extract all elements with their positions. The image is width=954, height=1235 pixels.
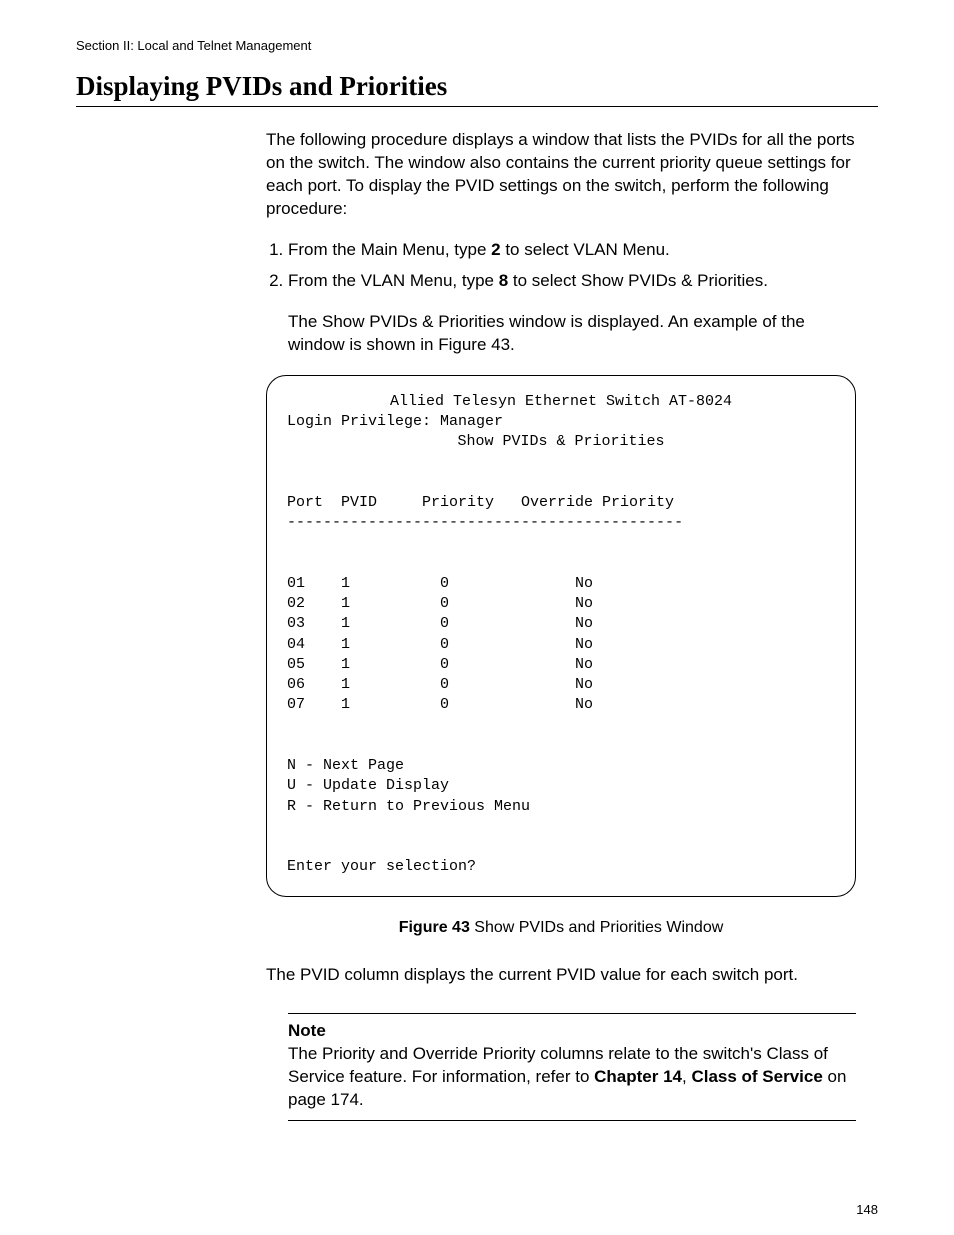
content-column: The following procedure displays a windo… [266, 129, 856, 1121]
step-1: From the Main Menu, type 2 to select VLA… [288, 239, 856, 262]
terminal-option-r: R - Return to Previous Menu [287, 797, 835, 817]
terminal-separator: ----------------------------------------… [287, 513, 835, 533]
step-1-post: to select VLAN Menu. [501, 240, 670, 259]
terminal-login-line: Login Privilege: Manager [287, 412, 835, 432]
figure-caption: Figure 43 Show PVIDs and Priorities Wind… [266, 917, 856, 939]
note-topic-ref: Class of Service [691, 1067, 822, 1086]
terminal-header-row: Port PVID Priority Override Priority [287, 493, 835, 513]
post-figure-paragraph: The PVID column displays the current PVI… [266, 964, 856, 987]
page-number: 148 [856, 1202, 878, 1217]
note-block: Note The Priority and Override Priority … [288, 1013, 856, 1121]
procedure-steps: From the Main Menu, type 2 to select VLA… [266, 239, 856, 293]
terminal-row: 01 1 0 No [287, 574, 835, 594]
terminal-prompt: Enter your selection? [287, 857, 835, 877]
terminal-row: 07 1 0 No [287, 695, 835, 715]
page: Section II: Local and Telnet Management … [0, 0, 954, 1235]
step-1-pre: From the Main Menu, type [288, 240, 491, 259]
terminal-row: 04 1 0 No [287, 635, 835, 655]
note-body: The Priority and Override Priority colum… [288, 1043, 856, 1112]
step-2-pre: From the VLAN Menu, type [288, 271, 499, 290]
step-2-post: to select Show PVIDs & Priorities. [508, 271, 768, 290]
figure-label: Figure 43 [399, 919, 470, 936]
followup-paragraph: The Show PVIDs & Priorities window is di… [288, 311, 856, 357]
title-rule [76, 106, 878, 107]
page-title: Displaying PVIDs and Priorities [76, 71, 878, 102]
terminal-window: Allied Telesyn Ethernet Switch AT-8024Lo… [266, 375, 856, 897]
terminal-option-u: U - Update Display [287, 776, 835, 796]
note-chapter-ref: Chapter 14 [594, 1067, 682, 1086]
step-1-key: 2 [491, 240, 500, 259]
terminal-row: 02 1 0 No [287, 594, 835, 614]
intro-paragraph: The following procedure displays a windo… [266, 129, 856, 221]
note-label: Note [288, 1020, 856, 1043]
step-2-key: 8 [499, 271, 508, 290]
terminal-row: 03 1 0 No [287, 614, 835, 634]
figure-caption-text: Show PVIDs and Priorities Window [470, 919, 723, 936]
terminal-title: Allied Telesyn Ethernet Switch AT-8024 [287, 392, 835, 412]
terminal-row: 05 1 0 No [287, 655, 835, 675]
section-header: Section II: Local and Telnet Management [76, 38, 878, 53]
terminal-option-n: N - Next Page [287, 756, 835, 776]
terminal-subtitle: Show PVIDs & Priorities [287, 432, 835, 452]
terminal-row: 06 1 0 No [287, 675, 835, 695]
step-2: From the VLAN Menu, type 8 to select Sho… [288, 270, 856, 293]
